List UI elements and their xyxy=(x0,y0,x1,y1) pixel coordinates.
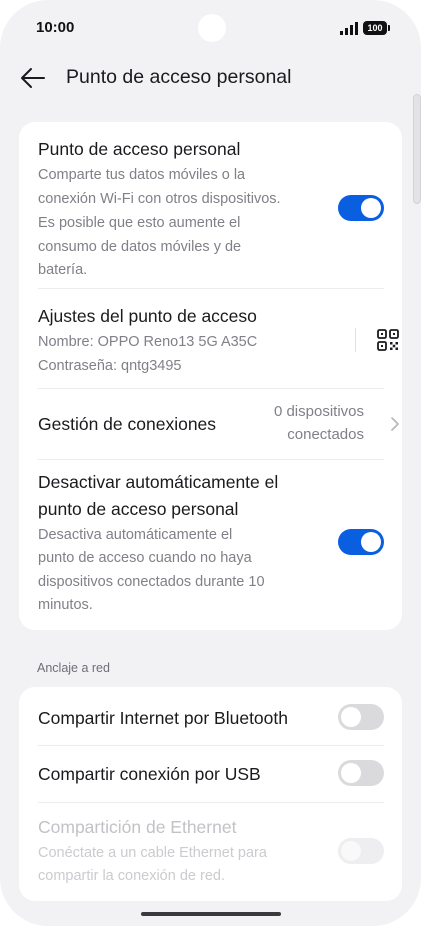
battery-icon: 100 xyxy=(363,21,390,35)
toggle-knob xyxy=(361,198,381,218)
hotspot-password: Contraseña: qntg3495 xyxy=(38,358,182,374)
bluetooth-tethering-row[interactable]: Compartir Internet por Bluetooth xyxy=(19,687,402,745)
hotspot-toggle[interactable] xyxy=(338,195,384,221)
usb-tethering-title: Compartir conexión por USB xyxy=(38,764,261,784)
hotspot-title: Punto de acceso personal xyxy=(38,139,241,159)
hotspot-description-line-3: Es posible que esto aumente el xyxy=(38,215,241,231)
status-bar: 10:00 100 xyxy=(0,0,421,58)
auto-disable-toggle[interactable] xyxy=(338,529,384,555)
toggle-knob xyxy=(361,532,381,552)
toggle-knob xyxy=(341,707,361,727)
hotspot-description-line-1: Comparte tus datos móviles o la xyxy=(38,167,246,183)
arrow-left-icon[interactable] xyxy=(17,62,49,94)
hotspot-row[interactable]: Punto de acceso personal Comparte tus da… xyxy=(19,122,402,288)
signal-bars-icon xyxy=(340,22,358,35)
usb-tethering-toggle[interactable] xyxy=(338,760,384,786)
bluetooth-tethering-title: Compartir Internet por Bluetooth xyxy=(38,708,288,728)
toggle-knob xyxy=(341,841,361,861)
auto-disable-row[interactable]: Desactivar automáticamente el punto de a… xyxy=(19,460,402,630)
hotspot-description-line-4: consumo de datos móviles y de xyxy=(38,239,242,255)
usb-tethering-row[interactable]: Compartir conexión por USB xyxy=(19,746,402,802)
auto-disable-description-line-4: minutos. xyxy=(38,597,93,613)
hotspot-name: Nombre: OPPO Reno13 5G A35C xyxy=(38,334,258,350)
ethernet-tethering-toggle xyxy=(338,838,384,864)
chevron-right-icon xyxy=(391,417,399,431)
tethering-section-label: Anclaje a red xyxy=(37,661,110,675)
auto-disable-title-line-1: Desactivar automáticamente el xyxy=(38,472,279,492)
front-camera-cutout xyxy=(198,14,226,42)
bluetooth-tethering-toggle[interactable] xyxy=(338,704,384,730)
status-time: 10:00 xyxy=(36,19,75,36)
auto-disable-description-line-1: Desactiva automáticamente el xyxy=(38,527,233,543)
page-title: Punto de acceso personal xyxy=(66,66,292,88)
ethernet-tethering-row: Compartición de Ethernet Conéctate a un … xyxy=(19,803,402,901)
qr-separator xyxy=(355,328,356,352)
app-header: Punto de acceso personal xyxy=(0,58,421,98)
connection-management-row[interactable]: Gestión de conexiones 0 dispositivos con… xyxy=(19,389,402,459)
toggle-knob xyxy=(341,763,361,783)
connected-devices-count: 0 dispositivos xyxy=(273,403,364,420)
hotspot-description-line-5: batería. xyxy=(38,262,88,278)
ethernet-description-line-2: compartir la conexión de red. xyxy=(38,868,225,884)
connected-devices-label: conectados xyxy=(287,426,364,443)
hotspot-settings-card: Punto de acceso personal Comparte tus da… xyxy=(19,122,402,630)
hotspot-description-line-2: conexión Wi-Fi con otros dispositivos. xyxy=(38,191,281,207)
ethernet-description-line-1: Conéctate a un cable Ethernet para xyxy=(38,845,267,861)
connection-management-title: Gestión de conexiones xyxy=(38,414,217,434)
hotspot-settings-title: Ajustes del punto de acceso xyxy=(38,306,257,326)
tethering-card: Compartir Internet por Bluetooth Compart… xyxy=(19,687,402,901)
auto-disable-description-line-2: punto de acceso cuando no haya xyxy=(38,550,252,566)
auto-disable-title-line-2: punto de acceso personal xyxy=(38,499,239,519)
hotspot-settings-row[interactable]: Ajustes del punto de acceso Nombre: OPPO… xyxy=(19,289,402,387)
scrollbar[interactable] xyxy=(413,94,421,204)
ethernet-tethering-title: Compartición de Ethernet xyxy=(38,817,237,837)
auto-disable-description-line-3: dispositivos conectados durante 10 xyxy=(38,574,265,590)
phone-screen: 10:00 100 Punto de acceso personal Punto… xyxy=(0,0,421,926)
qr-code-icon[interactable] xyxy=(377,329,399,351)
home-indicator[interactable] xyxy=(141,912,281,916)
